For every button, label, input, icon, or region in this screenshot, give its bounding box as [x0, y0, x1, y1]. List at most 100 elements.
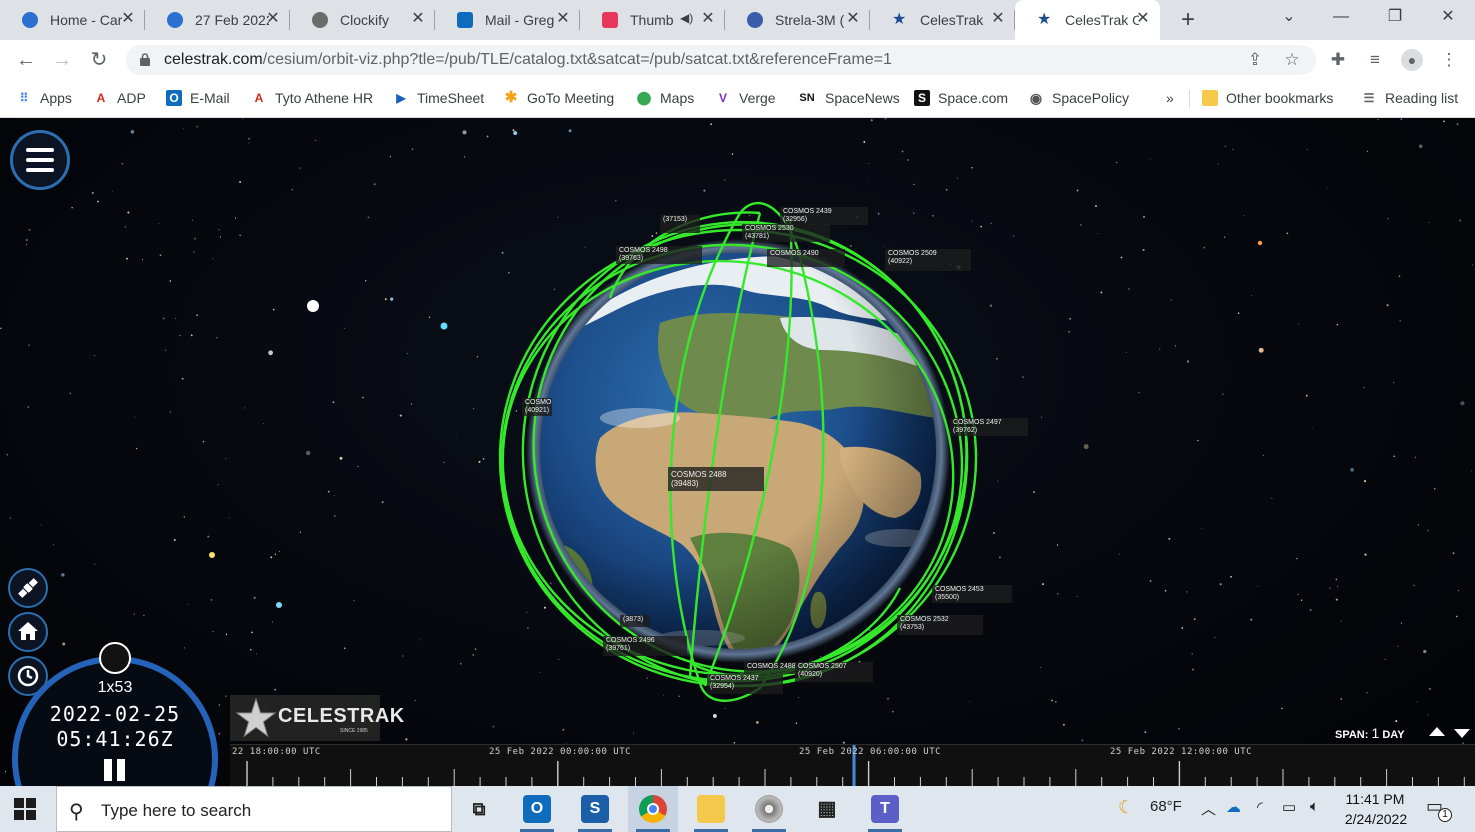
tab-close-icon[interactable]: ✕	[409, 10, 427, 28]
bookmark-apps[interactable]: ⠿ Apps	[16, 88, 72, 108]
tab-27-feb[interactable]: 27 Feb 2022 ✕	[145, 0, 290, 40]
sat-label-cosmo-40921[interactable]: COSMO (40921)	[522, 398, 552, 416]
wifi-icon[interactable]: ◜	[1257, 798, 1263, 816]
share-icon[interactable]: ⇪	[1244, 49, 1266, 71]
bookmark-timesheet[interactable]: ▶ TimeSheet	[393, 88, 484, 108]
tab-close-icon[interactable]: ✕	[844, 10, 862, 28]
outlook-taskbar-button[interactable]: O	[512, 786, 562, 832]
star	[0, 327, 2, 329]
back-button[interactable]: ←	[14, 48, 38, 72]
windows-start-icon[interactable]	[14, 798, 36, 820]
tab-mail[interactable]: Mail - Greg ✕	[435, 0, 580, 40]
extensions-icon[interactable]: ✚	[1327, 49, 1349, 71]
bookmark-spacepolicy[interactable]: ◉ SpacePolicy	[1028, 88, 1129, 108]
restore-button[interactable]: ❐	[1368, 0, 1422, 40]
bookmark-tyto[interactable]: A Tyto Athene HR	[251, 88, 373, 108]
star	[332, 401, 335, 404]
star	[945, 188, 948, 191]
star	[262, 423, 264, 424]
tab-celestrak-orbit[interactable]: ★ CelesTrak O ✕	[1015, 0, 1160, 40]
tray-expand-chevron-icon[interactable]: ︿	[1201, 798, 1216, 819]
reading-list-button[interactable]: ☰ Reading list	[1361, 88, 1459, 108]
hamburger-menu-button[interactable]	[10, 130, 70, 190]
close-window-button[interactable]: ✕	[1421, 0, 1475, 40]
star	[1232, 148, 1234, 150]
celestrak-logo[interactable]: CELESTRAK SINCE 1985	[230, 695, 404, 741]
speed-knob[interactable]	[99, 642, 131, 674]
sat-label-cosmos-2490[interactable]: COSMOS 2490	[767, 249, 845, 267]
tab-clockify[interactable]: Clockify ✕	[290, 0, 435, 40]
media-playlist-icon[interactable]: ≡	[1364, 49, 1386, 71]
tab-close-icon[interactable]: ✕	[119, 10, 137, 28]
bookmark-star-icon[interactable]: ☆	[1281, 49, 1303, 71]
star	[1309, 609, 1312, 612]
notification-center-button[interactable]: ▭ 1	[1426, 796, 1452, 822]
home-button[interactable]	[8, 612, 48, 652]
battery-icon[interactable]: ▭	[1282, 798, 1296, 816]
teams-taskbar-button[interactable]: T	[860, 786, 910, 832]
other-bookmarks-folder[interactable]: Other bookmarks	[1202, 88, 1333, 108]
speaker-icon[interactable]: ◀)	[680, 11, 693, 25]
tab-celestrak[interactable]: ★ CelesTrak ✕	[870, 0, 1015, 40]
address-bar[interactable]: celestrak.com/cesium/orbit-viz.php?tle=/…	[126, 45, 1316, 75]
sat-label-cosmos-2488[interactable]: COSMOS 2488 (39483)	[668, 467, 764, 491]
url-text: celestrak.com/cesium/orbit-viz.php?tle=/…	[164, 51, 892, 68]
volume-icon[interactable]: 🔈︎	[1310, 798, 1319, 815]
tab-close-icon[interactable]: ✕	[1134, 10, 1152, 28]
sat-label-cosmos-2439[interactable]: COSMOS 2439 (32956)	[780, 207, 868, 225]
tray-time[interactable]: 11:41 PM	[1340, 791, 1410, 807]
span-decrease-arrow[interactable]	[1454, 729, 1470, 738]
sat-label-cosmos-2488-lower[interactable]: COSMOS 2488	[744, 662, 800, 674]
more-menu-icon[interactable]: ⋮	[1438, 49, 1460, 71]
sat-label-cosmos-2498[interactable]: COSMOS 2498 (39763)	[616, 246, 702, 264]
tab-search-chevron-icon[interactable]: ⌄	[1262, 0, 1316, 40]
bookmark-space-com[interactable]: S Space.com	[914, 88, 1008, 108]
new-tab-button[interactable]: +	[1168, 0, 1208, 40]
bookmark-spacenews[interactable]: SN SpaceNews	[797, 88, 899, 108]
bookmark-maps[interactable]: ⬤ Maps	[636, 88, 695, 108]
sat-label-cosmos-2507[interactable]: COSMOS 2507 (40920)	[795, 662, 873, 682]
sat-label-cosmos-2532[interactable]: COSMOS 2532 (43753)	[897, 615, 983, 635]
bookmark-email[interactable]: O E-Mail	[166, 88, 230, 108]
sat-label-3873[interactable]: (3873)	[620, 615, 650, 627]
weather-temperature[interactable]: 68°F	[1150, 798, 1182, 815]
profile-avatar-icon[interactable]: ●	[1401, 49, 1423, 71]
span-increase-arrow[interactable]	[1429, 727, 1445, 736]
satellite-button[interactable]	[8, 568, 48, 608]
sat-label-cosmos-2437[interactable]: COSMOS 2437 (32954)	[707, 674, 783, 694]
tab-home-car[interactable]: Home - Car ✕	[0, 0, 145, 40]
chrome-taskbar-button[interactable]	[628, 786, 678, 832]
taskbar-search-box[interactable]: ⚲ Type here to search	[56, 786, 452, 832]
timeline[interactable]: 22 18:00:00 UTC 25 Feb 2022 00:00:00 UTC…	[230, 744, 1475, 786]
sat-label-cosmos-2453[interactable]: COSMOS 2453 (35500)	[932, 585, 1012, 603]
pause-button[interactable]	[104, 759, 128, 781]
sat-label-cosmos-2509[interactable]: COSMOS 2509 (40922)	[885, 249, 971, 271]
task-view-button[interactable]: ⧉	[454, 786, 504, 832]
cesium-viewer[interactable]: COSMOS 2439 (32956) COSMOS 2530 (43781) (3…	[0, 118, 1475, 786]
sat-label-cosmos-2496[interactable]: COSMOS 2496 (39761)	[603, 636, 687, 656]
tab-close-icon[interactable]: ✕	[699, 10, 717, 28]
tab-close-icon[interactable]: ✕	[989, 10, 1007, 28]
reload-button[interactable]: ↻	[87, 48, 111, 72]
bookmark-verge[interactable]: V Verge	[715, 88, 776, 108]
sat-label-cosmos-2497[interactable]: COSMOS 2497 (39762)	[950, 418, 1028, 436]
minimize-button[interactable]: —	[1314, 0, 1368, 40]
onedrive-icon[interactable]: ☁	[1226, 798, 1241, 816]
sat-label-cosmos-2530[interactable]: COSMOS 2530 (43781)	[742, 224, 830, 242]
tab-strela[interactable]: Strela-3M ( ✕	[725, 0, 870, 40]
more-bookmarks-chevron[interactable]: »	[1166, 88, 1174, 108]
weather-moon-icon[interactable]: ☾	[1118, 797, 1134, 818]
tab-thumb[interactable]: Thumb ◀) ✕	[580, 0, 725, 40]
tab-close-icon[interactable]: ✕	[264, 10, 282, 28]
forward-button[interactable]: →	[50, 48, 74, 72]
sametime-taskbar-button[interactable]: S	[570, 786, 620, 832]
bookmark-goto[interactable]: ✱ GoTo Meeting	[503, 88, 614, 108]
star	[1230, 575, 1232, 578]
sat-label-37153[interactable]: (37153)	[660, 215, 700, 233]
calculator-taskbar-button[interactable]: ▦	[802, 786, 852, 832]
disk-app-taskbar-button[interactable]	[744, 786, 794, 832]
tray-date[interactable]: 2/24/2022	[1336, 811, 1416, 827]
tab-close-icon[interactable]: ✕	[554, 10, 572, 28]
file-explorer-taskbar-button[interactable]	[686, 786, 736, 832]
bookmark-adp[interactable]: A ADP	[93, 88, 146, 108]
